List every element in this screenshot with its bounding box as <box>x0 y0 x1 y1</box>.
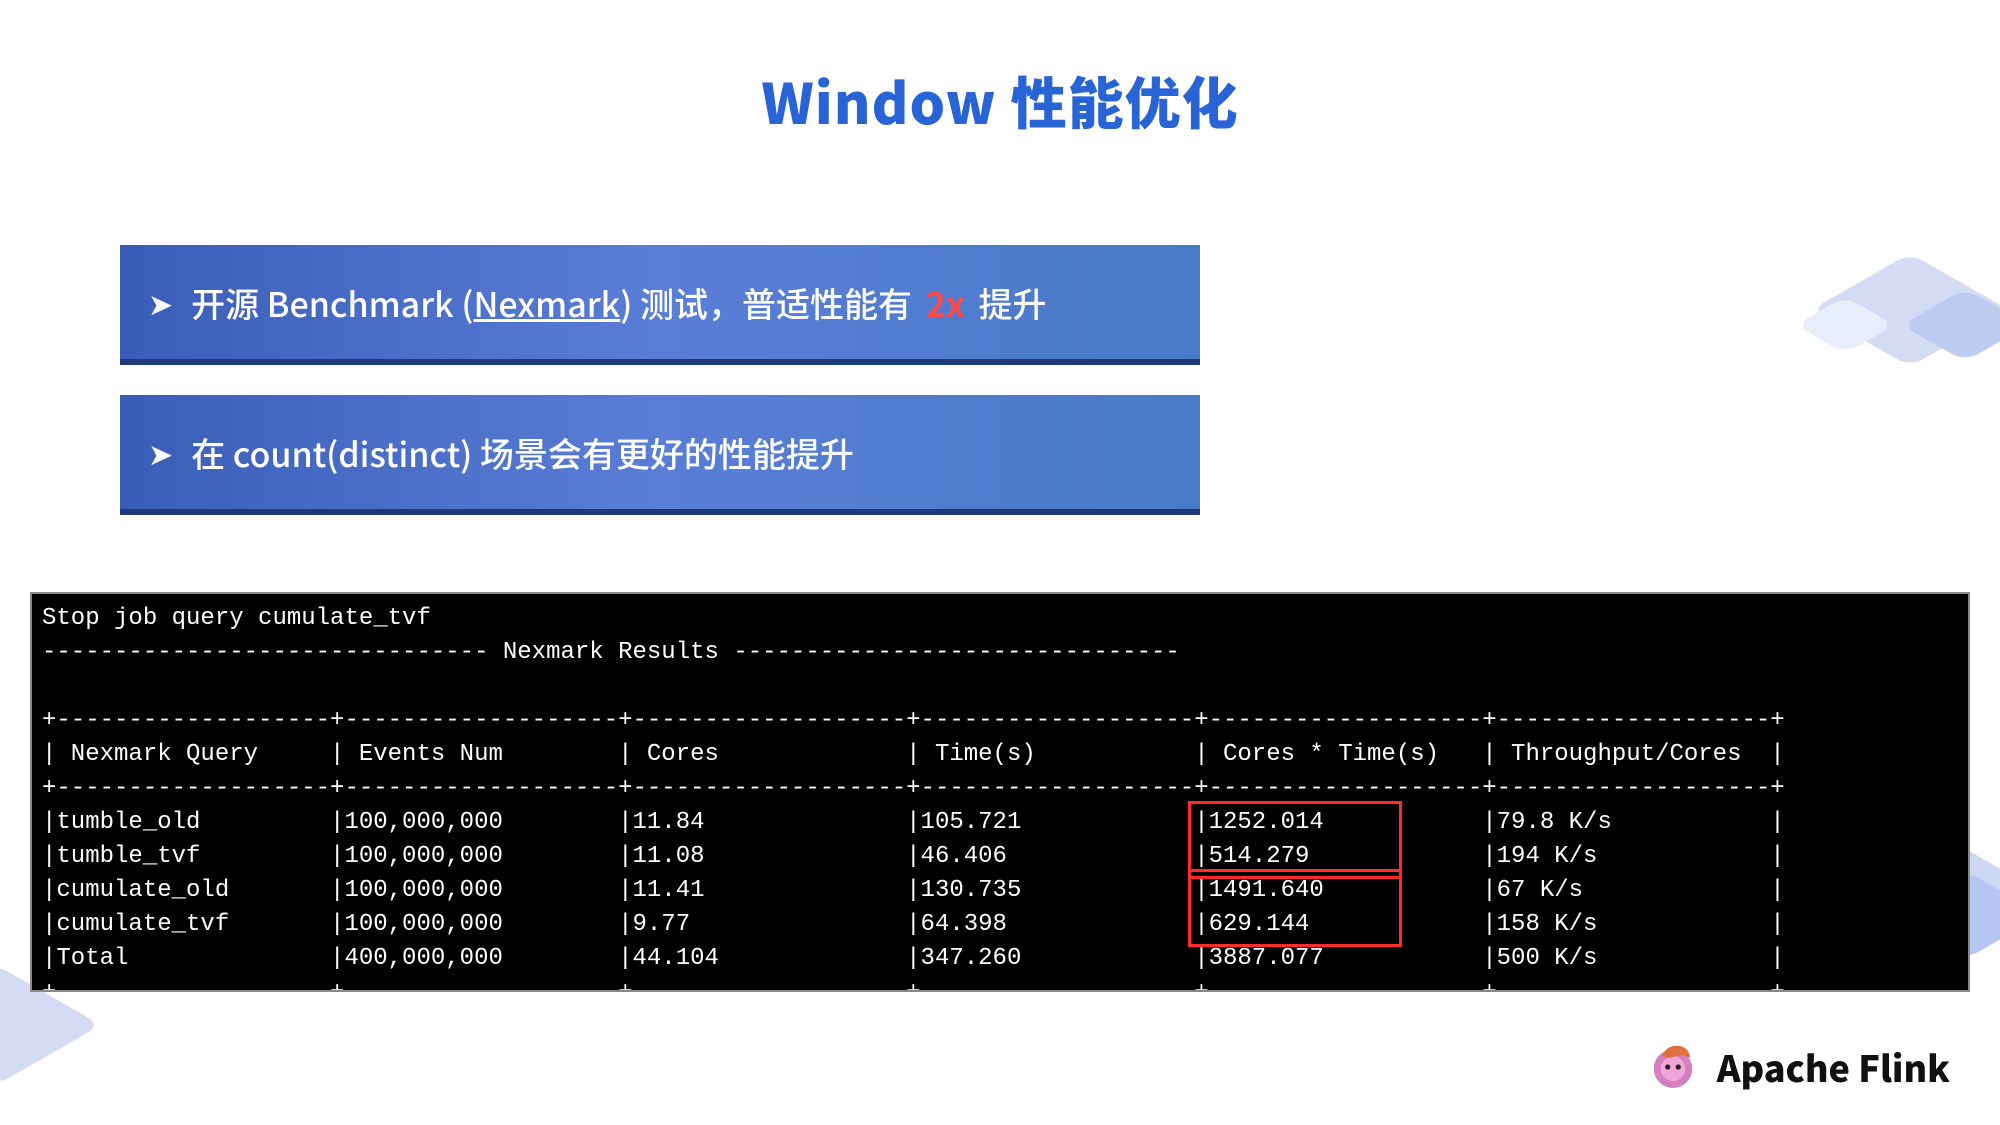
bullet-arrow-icon: ➤ <box>148 280 173 324</box>
flink-logo-icon <box>1645 1039 1701 1095</box>
terminal-output: Stop job query cumulate_tvf ------------… <box>30 592 1970 992</box>
slide-title: Window 性能优化 <box>0 60 2000 141</box>
bullet1-prefix: 开源 Benchmark ( <box>191 278 473 327</box>
bullet-arrow-icon: ➤ <box>148 430 173 474</box>
decorative-cloud-top-right <box>1800 220 2000 420</box>
bullet-count-distinct: ➤ 在 count(distinct) 场景会有更好的性能提升 <box>120 395 1200 515</box>
footer-brand: Apache Flink <box>1645 1039 1950 1095</box>
nexmark-link[interactable]: Nexmark <box>473 278 620 327</box>
bullet1-suffix: 提升 <box>971 278 1047 327</box>
bullet-benchmark: ➤ 开源 Benchmark (Nexmark) 测试，普适性能有 2x 提升 <box>120 245 1200 365</box>
bullet1-mid: ) 测试，普适性能有 <box>620 278 919 327</box>
perf-multiplier: 2x <box>926 278 965 327</box>
footer-brand-text: Apache Flink <box>1717 1041 1950 1093</box>
bullet2-text: 在 count(distinct) 场景会有更好的性能提升 <box>191 428 854 477</box>
